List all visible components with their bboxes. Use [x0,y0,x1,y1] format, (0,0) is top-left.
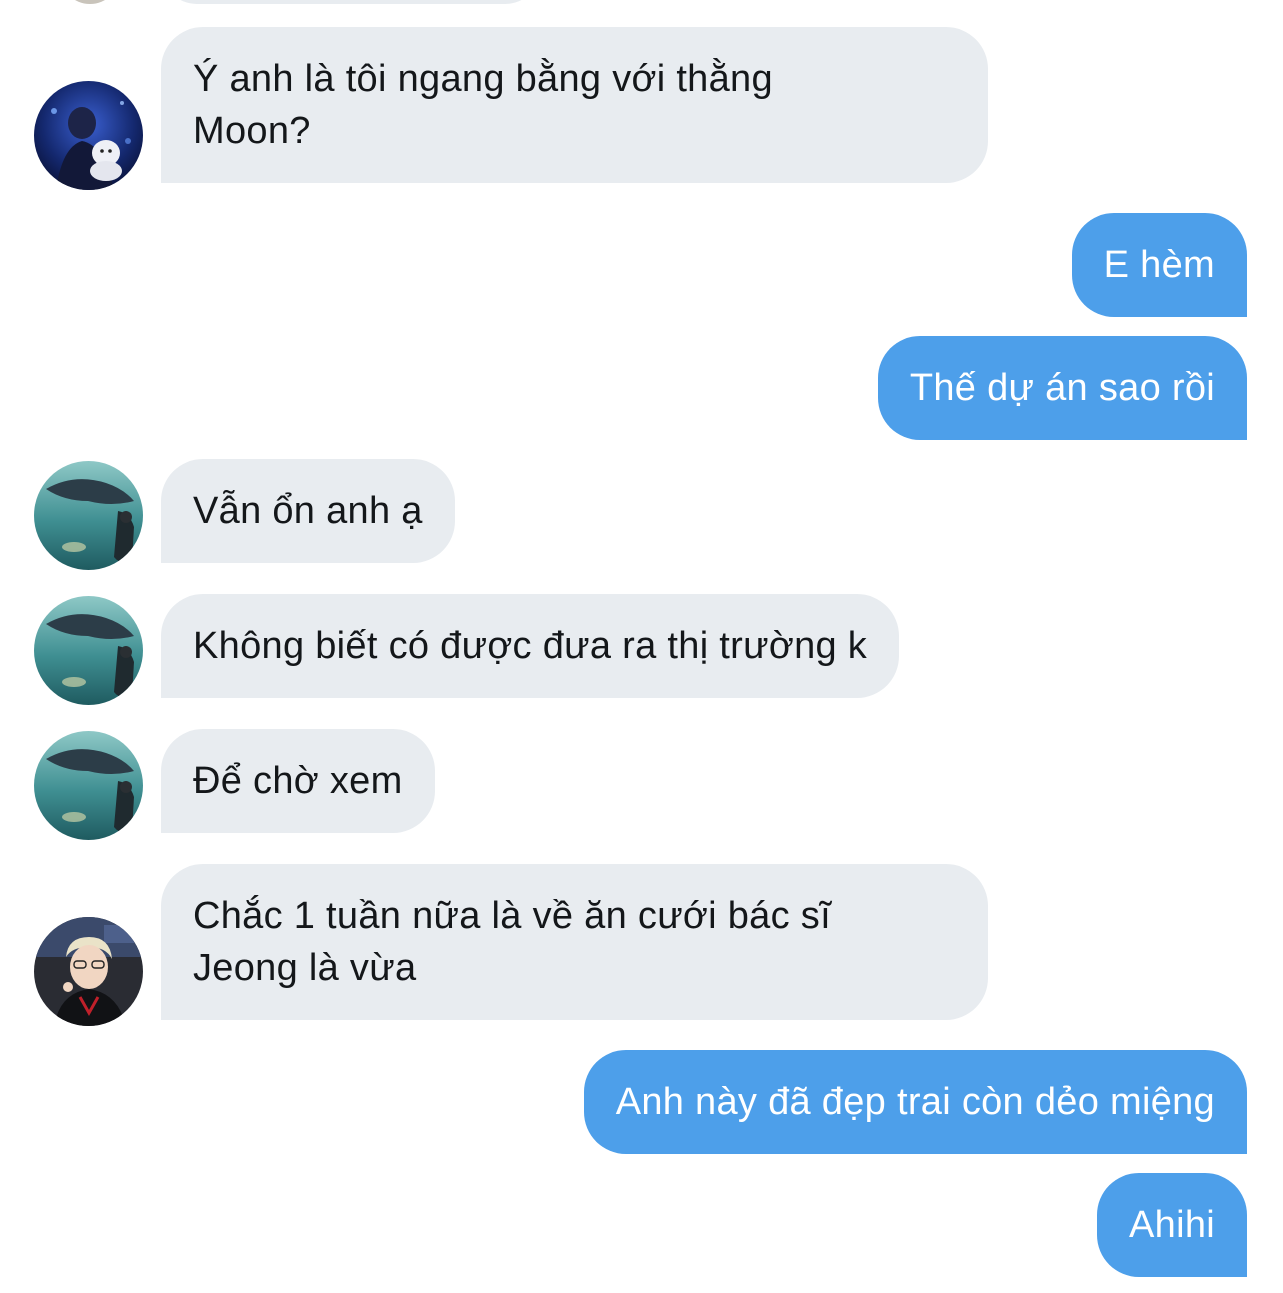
incoming-message-bubble[interactable]: Ý anh là tôi ngang bằng với thằng Moon? [161,27,988,183]
message-row: Ý anh là tôi ngang bằng với thằng Moon? [0,27,1283,190]
message-row: E hèm [0,213,1283,323]
incoming-message-bubble[interactable]: Để chờ xem [161,729,435,833]
outgoing-message-bubble[interactable]: Thế dự án sao rồi [877,336,1247,440]
avatar[interactable] [34,461,143,570]
previous-avatar [60,0,120,4]
message-thread: Ý anh là tôi ngang bằng với thằng Moon? … [0,0,1283,1293]
outgoing-message-bubble[interactable]: Anh này đã đẹp trai còn dẻo miệng [583,1050,1247,1154]
avatar[interactable] [34,81,143,190]
message-row: Ahihi [0,1173,1283,1283]
message-row: Thế dự án sao rồi [0,336,1283,446]
message-row: Để chờ xem [0,729,1283,840]
outgoing-message-bubble[interactable]: Ahihi [1097,1173,1247,1277]
avatar[interactable] [34,596,143,705]
incoming-message-bubble[interactable]: Vẫn ổn anh ạ [161,459,455,563]
message-row: Không biết có được đưa ra thị trường k [0,594,1283,705]
avatar[interactable] [34,731,143,840]
outgoing-message-bubble[interactable]: E hèm [1071,213,1247,317]
previous-message-bubble[interactable] [161,0,541,4]
message-row: Anh này đã đẹp trai còn dẻo miệng [0,1050,1283,1160]
message-row: Chắc 1 tuần nữa là về ăn cưới bác sĩ Jeo… [0,864,1283,1026]
incoming-message-bubble[interactable]: Không biết có được đưa ra thị trường k [161,594,900,698]
message-row: Vẫn ổn anh ạ [0,459,1283,570]
incoming-message-bubble[interactable]: Chắc 1 tuần nữa là về ăn cưới bác sĩ Jeo… [161,864,988,1020]
avatar[interactable] [34,917,143,1026]
